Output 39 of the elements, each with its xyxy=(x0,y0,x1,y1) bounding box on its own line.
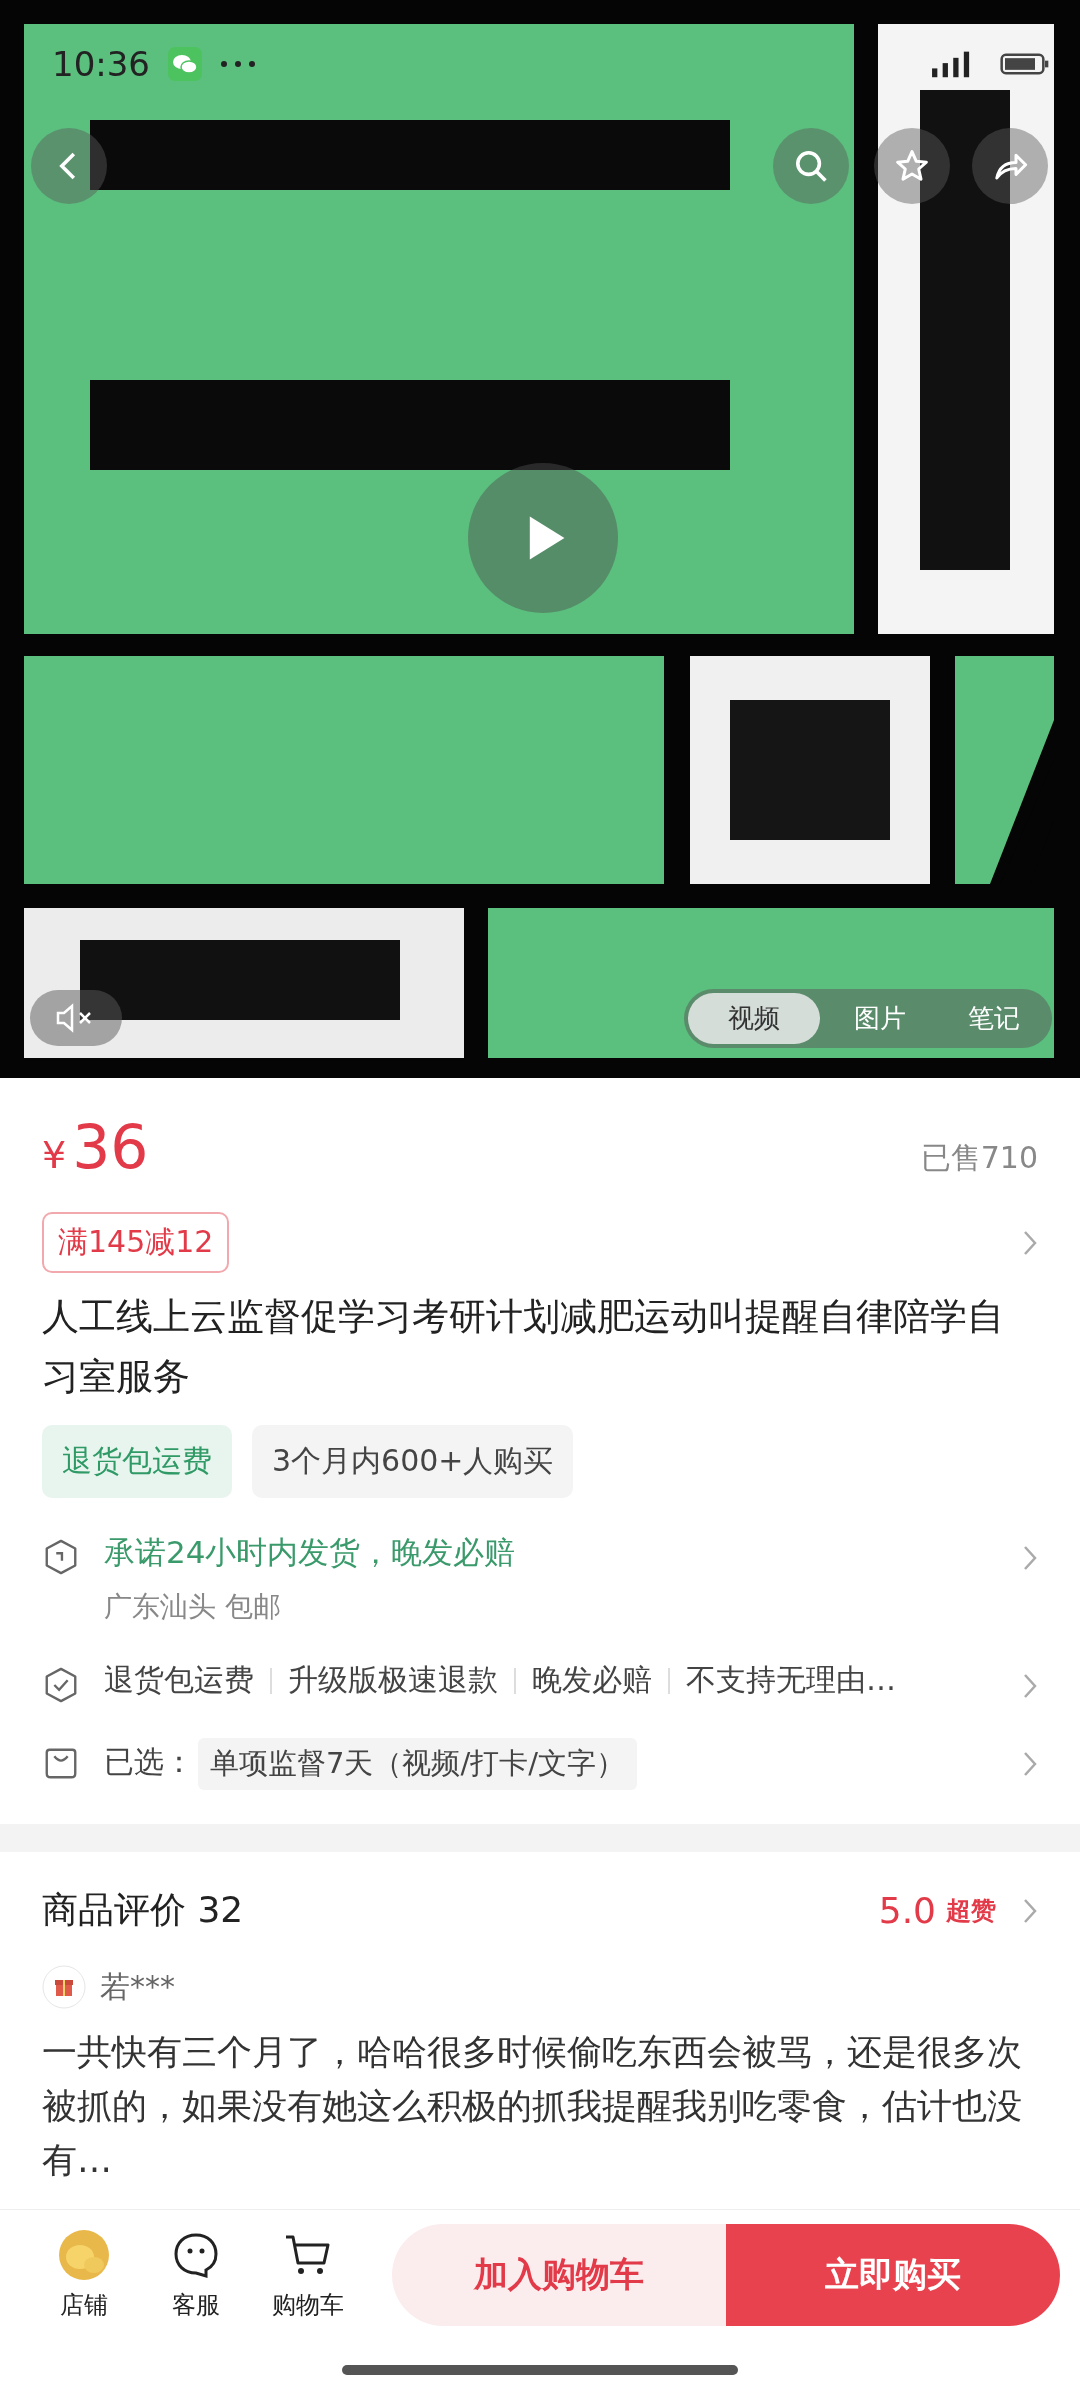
selected-option[interactable]: 单项监督7天（视频/打卡/文字） xyxy=(198,1738,637,1790)
shop-avatar-icon xyxy=(58,2229,110,2281)
star-icon xyxy=(894,148,930,184)
media-tab[interactable]: 视频 xyxy=(688,993,820,1044)
reviewer-name: 若*** xyxy=(100,1967,175,2006)
service-item: 退货包运费 xyxy=(104,1661,254,1699)
search-icon xyxy=(793,148,829,184)
selection-label: 已选： xyxy=(104,1743,194,1781)
shipping-promise: 承诺24小时内发货，晚发必赔 xyxy=(104,1533,517,1572)
battery-icon xyxy=(1000,51,1050,77)
buy-now-button[interactable]: 立即购买 xyxy=(726,2224,1060,2326)
action-button[interactable]: 客服 xyxy=(140,2229,252,2321)
mute-button[interactable] xyxy=(30,990,122,1046)
media-tab[interactable]: 笔记 xyxy=(940,993,1048,1044)
action-button[interactable]: 店铺 xyxy=(28,2229,140,2321)
add-to-cart-button[interactable]: 加入购物车 xyxy=(392,2224,726,2326)
status-time: 10:36 xyxy=(52,44,150,84)
reviews-title: 商品评价 32 xyxy=(42,1888,244,1932)
price: ¥36 xyxy=(42,1112,149,1182)
shipping-origin: 广东汕头 包邮 xyxy=(104,1589,282,1625)
chevron-right-icon[interactable] xyxy=(1022,1544,1038,1572)
tag: 退货包运费 xyxy=(42,1425,232,1498)
media-tab[interactable]: 图片 xyxy=(826,993,934,1044)
service-item: 升级版极速退款 xyxy=(288,1661,498,1699)
more-icon xyxy=(220,60,256,68)
rating-score: 5.0 xyxy=(878,1890,936,1931)
product-title: 人工线上云监督促学习考研计划减肥运动叫提醒自律陪学自习室服务 xyxy=(42,1294,1005,1400)
service-item: 晚发必赔 xyxy=(532,1661,652,1699)
service-item: 不支持无理由… xyxy=(686,1661,896,1699)
gift-avatar-icon xyxy=(42,1965,86,2009)
action-button[interactable]: 购物车 xyxy=(252,2229,364,2321)
tag: 3个月内600+人购买 xyxy=(252,1425,574,1498)
chevron-right-icon[interactable] xyxy=(1022,1672,1038,1700)
chat-app-icon xyxy=(168,47,202,81)
coupon-tag[interactable]: 满145减12 xyxy=(42,1212,230,1273)
sold-count: 已售710 xyxy=(920,1139,1038,1177)
review-text: 一共快有三个月了，哈哈很多时候偷吃东西会被骂，还是很多次被抓的，如果没有她这么积极的抓我提醒我别吃零食，估计也没有… xyxy=(42,2031,1023,2182)
rating-label: 超赞 xyxy=(946,1895,996,1927)
chevron-right-icon[interactable] xyxy=(1022,1750,1038,1778)
